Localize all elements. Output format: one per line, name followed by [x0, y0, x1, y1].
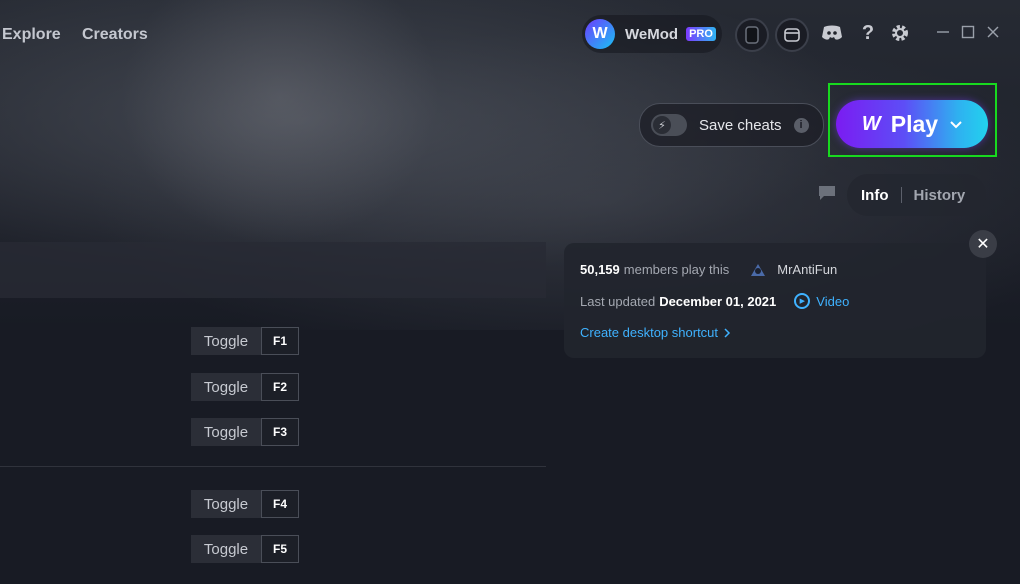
- nav-creators[interactable]: Creators: [82, 26, 148, 44]
- overlay-button[interactable]: [775, 18, 809, 52]
- toggle-label[interactable]: Toggle: [191, 327, 261, 355]
- video-link[interactable]: Video: [816, 294, 849, 309]
- hotkey-key[interactable]: F2: [261, 373, 299, 401]
- lightning-icon: ⚡: [653, 116, 671, 134]
- create-shortcut-link[interactable]: Create desktop shortcut: [580, 325, 718, 340]
- minimize-icon[interactable]: [935, 24, 951, 40]
- hotkey-key[interactable]: F5: [261, 535, 299, 563]
- members-text: members play this: [623, 262, 730, 277]
- last-updated-row: Last updated December 01, 2021 ▶ Video: [580, 293, 849, 309]
- hotkey-key[interactable]: F3: [261, 418, 299, 446]
- save-cheats-toggle[interactable]: ⚡: [651, 114, 687, 136]
- cheat-hotkey-3[interactable]: Toggle F3: [191, 418, 299, 446]
- tab-separator: [900, 187, 902, 203]
- comment-icon[interactable]: [818, 185, 836, 201]
- tab-info[interactable]: Info: [861, 187, 889, 204]
- overlay-icon: [784, 28, 800, 42]
- video-play-icon[interactable]: ▶: [794, 293, 811, 309]
- last-updated-label: Last updated: [580, 293, 656, 309]
- creator-avatar-icon: [751, 263, 766, 276]
- wemod-logo-icon: W: [585, 19, 615, 49]
- save-cheats-label: Save cheats: [699, 116, 782, 134]
- hero-artwork: [120, 0, 440, 245]
- help-icon[interactable]: ?: [856, 21, 880, 45]
- last-updated-date: December 01, 2021: [659, 293, 777, 309]
- toggle-label[interactable]: Toggle: [191, 418, 261, 446]
- section-divider: [0, 466, 546, 467]
- creator-name[interactable]: MrAntiFun: [777, 262, 837, 277]
- discord-icon: [822, 25, 842, 40]
- wemod-w-icon: W: [861, 112, 881, 135]
- avatar-icon: [745, 26, 759, 44]
- game-info-card: 50,159 members play this MrAntiFun Last …: [564, 243, 986, 358]
- toggle-label[interactable]: Toggle: [191, 373, 261, 401]
- chevron-right-icon: [724, 327, 731, 338]
- hotkey-key[interactable]: F4: [261, 490, 299, 518]
- cheat-hotkey-1[interactable]: Toggle F1: [191, 327, 299, 355]
- chevron-down-icon[interactable]: [950, 116, 962, 132]
- info-icon[interactable]: i: [793, 117, 809, 133]
- close-card-button[interactable]: ✕: [969, 230, 997, 258]
- toggle-label[interactable]: Toggle: [191, 535, 261, 563]
- cheat-category-header: [0, 242, 546, 298]
- settings-button[interactable]: [888, 21, 912, 45]
- hotkey-key[interactable]: F1: [261, 327, 299, 355]
- maximize-icon[interactable]: [960, 24, 976, 40]
- brand-pill: W WeMod PRO: [582, 15, 722, 53]
- gear-icon: [892, 25, 908, 41]
- play-button[interactable]: W Play: [836, 100, 988, 148]
- save-cheats-button[interactable]: ⚡ Save cheats i: [639, 103, 824, 147]
- pro-badge: PRO: [686, 27, 716, 41]
- avatar-button[interactable]: [735, 18, 769, 52]
- tab-history[interactable]: History: [914, 187, 966, 204]
- play-label: Play: [890, 110, 939, 137]
- nav-explore[interactable]: Explore: [2, 26, 61, 44]
- shortcut-row[interactable]: Create desktop shortcut: [580, 325, 731, 340]
- cheat-hotkey-5[interactable]: Toggle F5: [191, 535, 299, 563]
- toggle-label[interactable]: Toggle: [191, 490, 261, 518]
- members-row: 50,159 members play this MrAntiFun: [580, 262, 837, 277]
- members-count: 50,159: [580, 262, 620, 277]
- brand-name: WeMod: [625, 25, 679, 43]
- close-icon[interactable]: [985, 24, 1001, 40]
- discord-button[interactable]: [820, 21, 844, 45]
- cheat-hotkey-4[interactable]: Toggle F4: [191, 490, 299, 518]
- info-history-tabs: Info History: [847, 174, 986, 216]
- cheat-hotkey-2[interactable]: Toggle F2: [191, 373, 299, 401]
